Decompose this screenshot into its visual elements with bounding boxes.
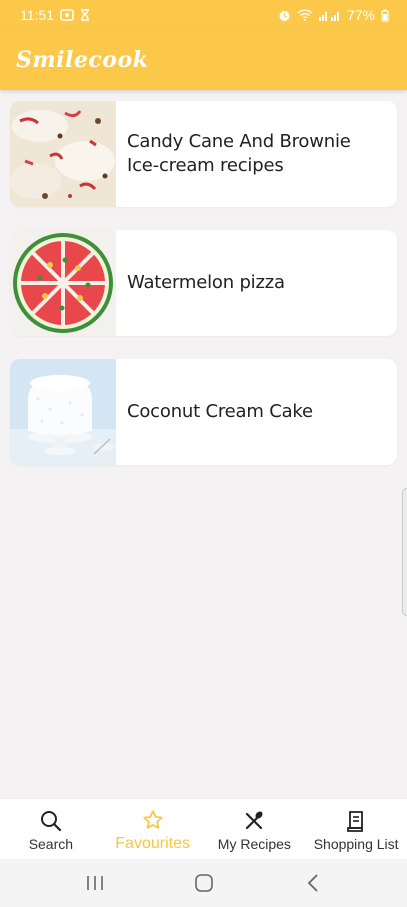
wifi-icon xyxy=(297,9,313,21)
nav-shopping-list[interactable]: Shopping List xyxy=(305,799,407,859)
hourglass-icon xyxy=(80,9,90,21)
receipt-icon xyxy=(346,809,366,833)
nav-label: My Recipes xyxy=(217,835,291,852)
favourites-list[interactable]: Candy Cane And Brownie Ice-cream recipes xyxy=(0,90,407,798)
star-icon xyxy=(142,808,164,832)
signal-icon xyxy=(318,9,341,21)
status-left: 11:51 xyxy=(20,7,90,23)
system-nav-bar xyxy=(0,859,407,907)
nav-search[interactable]: Search xyxy=(0,799,102,859)
nav-my-recipes[interactable]: My Recipes xyxy=(204,799,306,859)
battery-icon xyxy=(381,9,389,22)
bottom-nav: Search Favourites My Recipes Shopping Li… xyxy=(0,798,407,859)
utensils-icon xyxy=(243,809,265,833)
edge-panel-handle[interactable] xyxy=(402,488,407,616)
recipe-title: Candy Cane And Brownie Ice-cream recipes xyxy=(127,131,351,176)
status-right: 77% xyxy=(278,7,389,23)
recipe-title: Coconut Cream Cake xyxy=(127,401,313,422)
home-icon xyxy=(194,874,213,892)
recent-apps-icon xyxy=(86,876,103,890)
screenshot-icon xyxy=(60,9,74,21)
back-button[interactable] xyxy=(293,863,333,903)
nav-label: Favourites xyxy=(115,834,190,852)
app-bar: Smilecook xyxy=(0,30,407,90)
recipe-card-candy-cane[interactable]: Candy Cane And Brownie Ice-cream recipes xyxy=(10,101,397,207)
candy-cane-brownie-image xyxy=(10,101,116,207)
battery-level: 77% xyxy=(346,7,375,23)
recent-apps-button[interactable] xyxy=(75,863,115,903)
status-time: 11:51 xyxy=(20,7,54,23)
search-icon xyxy=(40,809,62,833)
recipe-card-watermelon-pizza[interactable]: Watermelon pizza xyxy=(10,230,397,336)
status-bar: 11:51 77% xyxy=(0,0,407,30)
home-button[interactable] xyxy=(184,863,224,903)
alarm-icon xyxy=(278,9,291,22)
recipe-title: Watermelon pizza xyxy=(127,272,285,293)
back-icon xyxy=(307,874,318,892)
nav-label: Search xyxy=(28,835,74,852)
nav-label: Shopping List xyxy=(313,835,399,852)
watermelon-pizza-image xyxy=(10,230,116,336)
recipe-card-coconut-cake[interactable]: Coconut Cream Cake xyxy=(10,359,397,465)
coconut-cake-image xyxy=(10,359,116,465)
nav-favourites[interactable]: Favourites xyxy=(102,799,204,859)
app-title: Smilecook xyxy=(16,47,149,73)
